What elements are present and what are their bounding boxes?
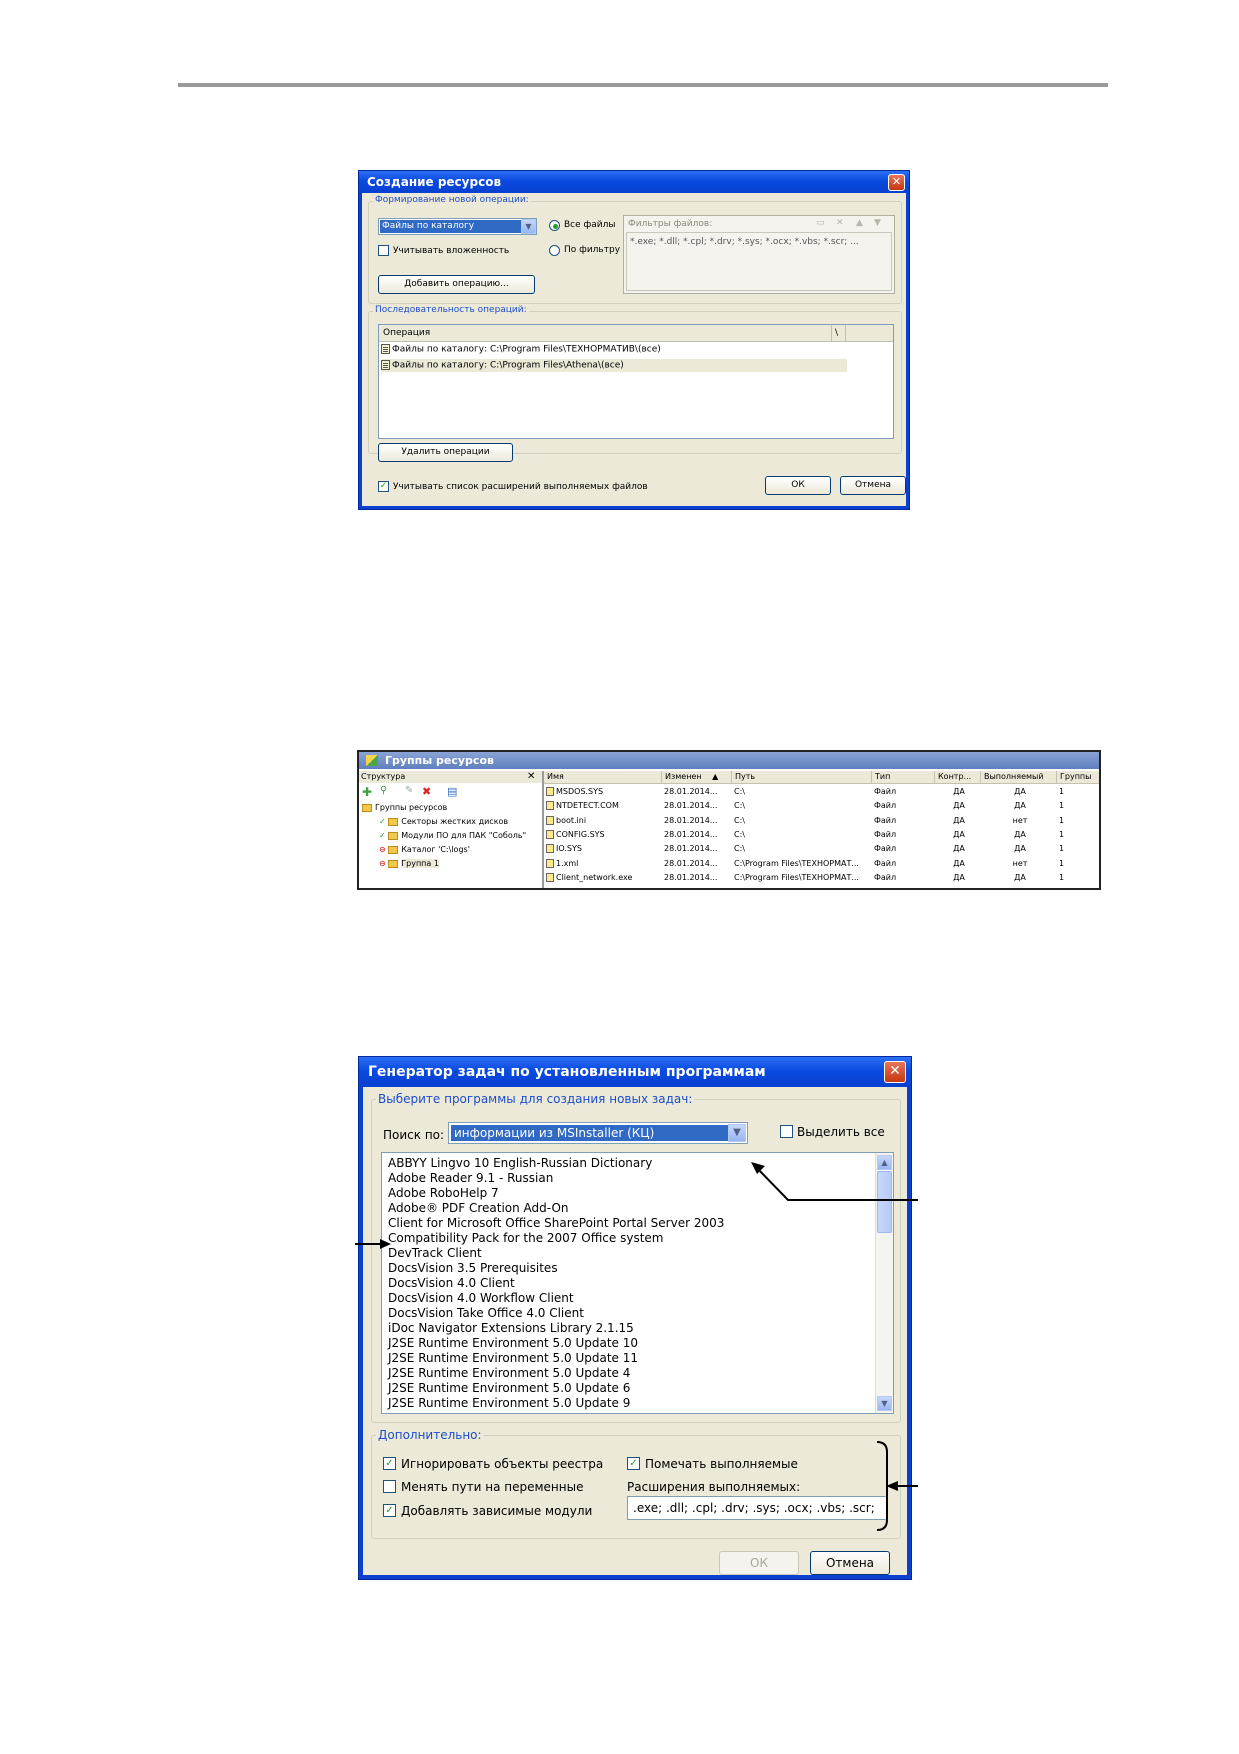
arrowhead xyxy=(751,1162,765,1174)
annotation-callouts xyxy=(355,1162,918,1531)
callout-arrow xyxy=(756,1167,918,1201)
arrowhead xyxy=(380,1239,391,1249)
callout-bracket xyxy=(876,1441,888,1531)
